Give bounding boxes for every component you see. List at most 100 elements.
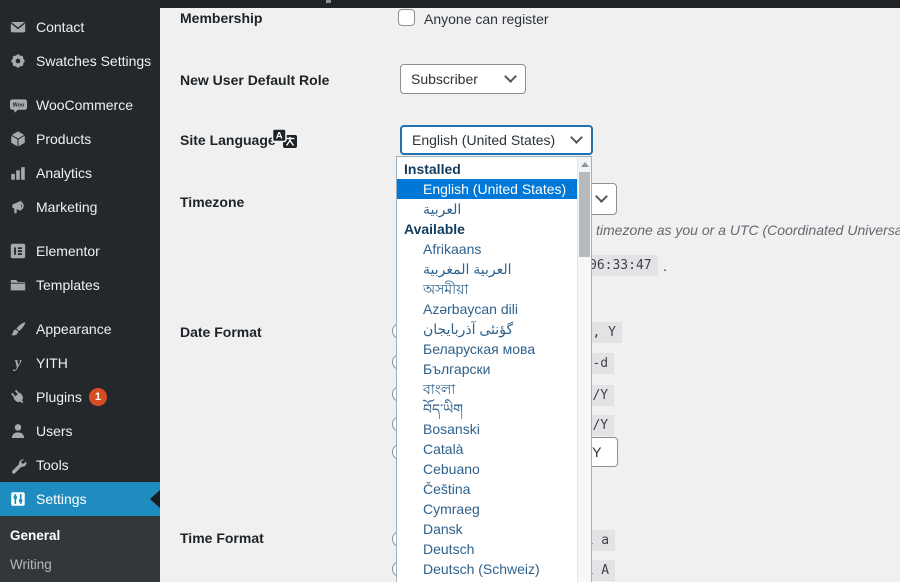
site-language-select[interactable]: English (United States) bbox=[400, 125, 593, 155]
sidebar-item-label: Analytics bbox=[36, 165, 92, 181]
language-option[interactable]: Cymraeg bbox=[397, 499, 577, 519]
envelope-icon bbox=[8, 17, 28, 37]
wrench-icon bbox=[8, 455, 28, 475]
language-option[interactable]: བོད་ཡིག bbox=[397, 399, 577, 419]
sidebar-item-templates[interactable]: Templates bbox=[0, 268, 160, 302]
submenu-item-writing[interactable]: Writing bbox=[0, 550, 160, 579]
scrollbar-up-arrow-icon[interactable] bbox=[578, 157, 591, 171]
date-format-label: Date Format bbox=[180, 324, 262, 340]
svg-text:Woo: Woo bbox=[12, 102, 24, 108]
sidebar-item-marketing[interactable]: Marketing bbox=[0, 190, 160, 224]
dropdown-scrollbar[interactable] bbox=[577, 157, 591, 582]
woocommerce-icon: Woo bbox=[8, 95, 28, 115]
sidebar-item-label: Swatches Settings bbox=[36, 53, 151, 69]
time-format-label: Time Format bbox=[180, 530, 264, 546]
language-option[interactable]: Bosanski bbox=[397, 419, 577, 439]
sidebar-item-label: Marketing bbox=[36, 199, 97, 215]
sidebar-item-label: WooCommerce bbox=[36, 97, 133, 113]
sidebar-item-products[interactable]: Products bbox=[0, 122, 160, 156]
translation-icon: A bbox=[272, 128, 298, 150]
membership-label: Membership bbox=[180, 10, 262, 26]
sidebar-item-label: Elementor bbox=[36, 243, 100, 259]
language-option[interactable]: Deutsch (Schweiz) bbox=[397, 559, 577, 579]
language-group-label: Installed bbox=[397, 159, 577, 179]
anyone-can-register-checkbox[interactable] bbox=[398, 9, 415, 26]
utc-time-code: 06:33:47 bbox=[583, 255, 658, 276]
language-option[interactable]: Afrikaans bbox=[397, 239, 577, 259]
yith-icon: y bbox=[8, 353, 28, 373]
update-count-badge: 1 bbox=[89, 388, 107, 406]
new-user-role-label: New User Default Role bbox=[180, 72, 329, 88]
new-user-role-select[interactable]: Subscriber bbox=[400, 64, 526, 94]
sidebar-item-label: Contact bbox=[36, 19, 84, 35]
site-language-value: English (United States) bbox=[412, 132, 555, 148]
timezone-description-fragment: timezone as you or a UTC (Coordinated Un… bbox=[596, 222, 900, 238]
sidebar-item-label: Products bbox=[36, 131, 91, 147]
admin-sidebar: Contact Swatches Settings Woo WooCommerce Pr… bbox=[0, 0, 160, 582]
language-option[interactable]: Български bbox=[397, 359, 577, 379]
sidebar-item-woocommerce[interactable]: Woo WooCommerce bbox=[0, 88, 160, 122]
language-option[interactable]: বাংলা bbox=[397, 379, 577, 399]
site-language-label: Site Language bbox=[180, 132, 276, 148]
language-option[interactable]: অসমীয়া bbox=[397, 279, 577, 299]
language-option[interactable]: Deutsch bbox=[397, 539, 577, 559]
utc-time-suffix: . bbox=[663, 258, 667, 274]
chevron-down-icon bbox=[595, 190, 608, 203]
sidebar-item-label: Appearance bbox=[36, 321, 112, 337]
site-language-dropdown-list: InstalledEnglish (United States)العربيةA… bbox=[396, 156, 592, 582]
new-user-role-value: Subscriber bbox=[411, 71, 478, 87]
language-group-label: Available bbox=[397, 219, 577, 239]
folder-icon bbox=[8, 275, 28, 295]
language-option[interactable]: English (United States) bbox=[397, 179, 577, 199]
sidebar-item-swatches-settings[interactable]: Swatches Settings bbox=[0, 44, 160, 78]
sidebar-item-contact[interactable]: Contact bbox=[0, 10, 160, 44]
sidebar-item-tools[interactable]: Tools bbox=[0, 448, 160, 482]
sidebar-item-label: Templates bbox=[36, 277, 100, 293]
language-option[interactable]: العربية bbox=[397, 199, 577, 219]
sliders-icon bbox=[8, 489, 28, 509]
language-option[interactable]: Azərbaycan dili bbox=[397, 299, 577, 319]
language-option[interactable]: گؤنئی آذربایجان bbox=[397, 319, 577, 339]
sidebar-item-label: Settings bbox=[36, 491, 87, 507]
sidebar-item-users[interactable]: Users bbox=[0, 414, 160, 448]
settings-content: Membership Anyone can register New User … bbox=[160, 0, 900, 582]
language-option[interactable]: Cebuano bbox=[397, 459, 577, 479]
language-option[interactable]: Dansk bbox=[397, 519, 577, 539]
svg-text:A: A bbox=[276, 131, 283, 142]
gear-icon bbox=[8, 51, 28, 71]
sidebar-separator bbox=[0, 78, 160, 88]
sidebar-item-yith[interactable]: y YITH bbox=[0, 346, 160, 380]
svg-text:y: y bbox=[13, 355, 22, 372]
settings-submenu: GeneralWriting bbox=[0, 516, 160, 582]
wordpress-general-settings-page: Contact Swatches Settings Woo WooCommerce Pr… bbox=[0, 0, 900, 582]
user-icon bbox=[8, 421, 28, 441]
scrollbar-thumb[interactable] bbox=[579, 172, 590, 257]
sidebar-item-label: YITH bbox=[36, 355, 68, 371]
bar-chart-icon bbox=[8, 163, 28, 183]
language-option[interactable]: العربية المغربية bbox=[397, 259, 577, 279]
chevron-down-icon bbox=[504, 70, 517, 83]
current-menu-arrow-icon bbox=[141, 490, 160, 508]
timezone-label: Timezone bbox=[180, 194, 244, 210]
admin-bar-item-fragment bbox=[326, 0, 331, 3]
sidebar-separator bbox=[0, 302, 160, 312]
sidebar-item-plugins[interactable]: Plugins 1 bbox=[0, 380, 160, 414]
megaphone-icon bbox=[8, 197, 28, 217]
sidebar-item-label: Tools bbox=[36, 457, 69, 473]
sidebar-item-settings[interactable]: Settings bbox=[0, 482, 160, 516]
brush-icon bbox=[8, 319, 28, 339]
sidebar-item-label: Plugins bbox=[36, 389, 82, 405]
sidebar-item-analytics[interactable]: Analytics bbox=[0, 156, 160, 190]
elementor-icon bbox=[8, 241, 28, 261]
language-option[interactable]: Čeština bbox=[397, 479, 577, 499]
sidebar-item-label: Users bbox=[36, 423, 73, 439]
submenu-item-general[interactable]: General bbox=[0, 521, 160, 550]
box-icon bbox=[8, 129, 28, 149]
anyone-can-register-label: Anyone can register bbox=[424, 11, 549, 27]
sidebar-item-elementor[interactable]: Elementor bbox=[0, 234, 160, 268]
language-option[interactable]: Català bbox=[397, 439, 577, 459]
sidebar-separator bbox=[0, 224, 160, 234]
chevron-down-icon bbox=[570, 131, 583, 144]
sidebar-item-appearance[interactable]: Appearance bbox=[0, 312, 160, 346]
language-option[interactable]: Беларуская мова bbox=[397, 339, 577, 359]
